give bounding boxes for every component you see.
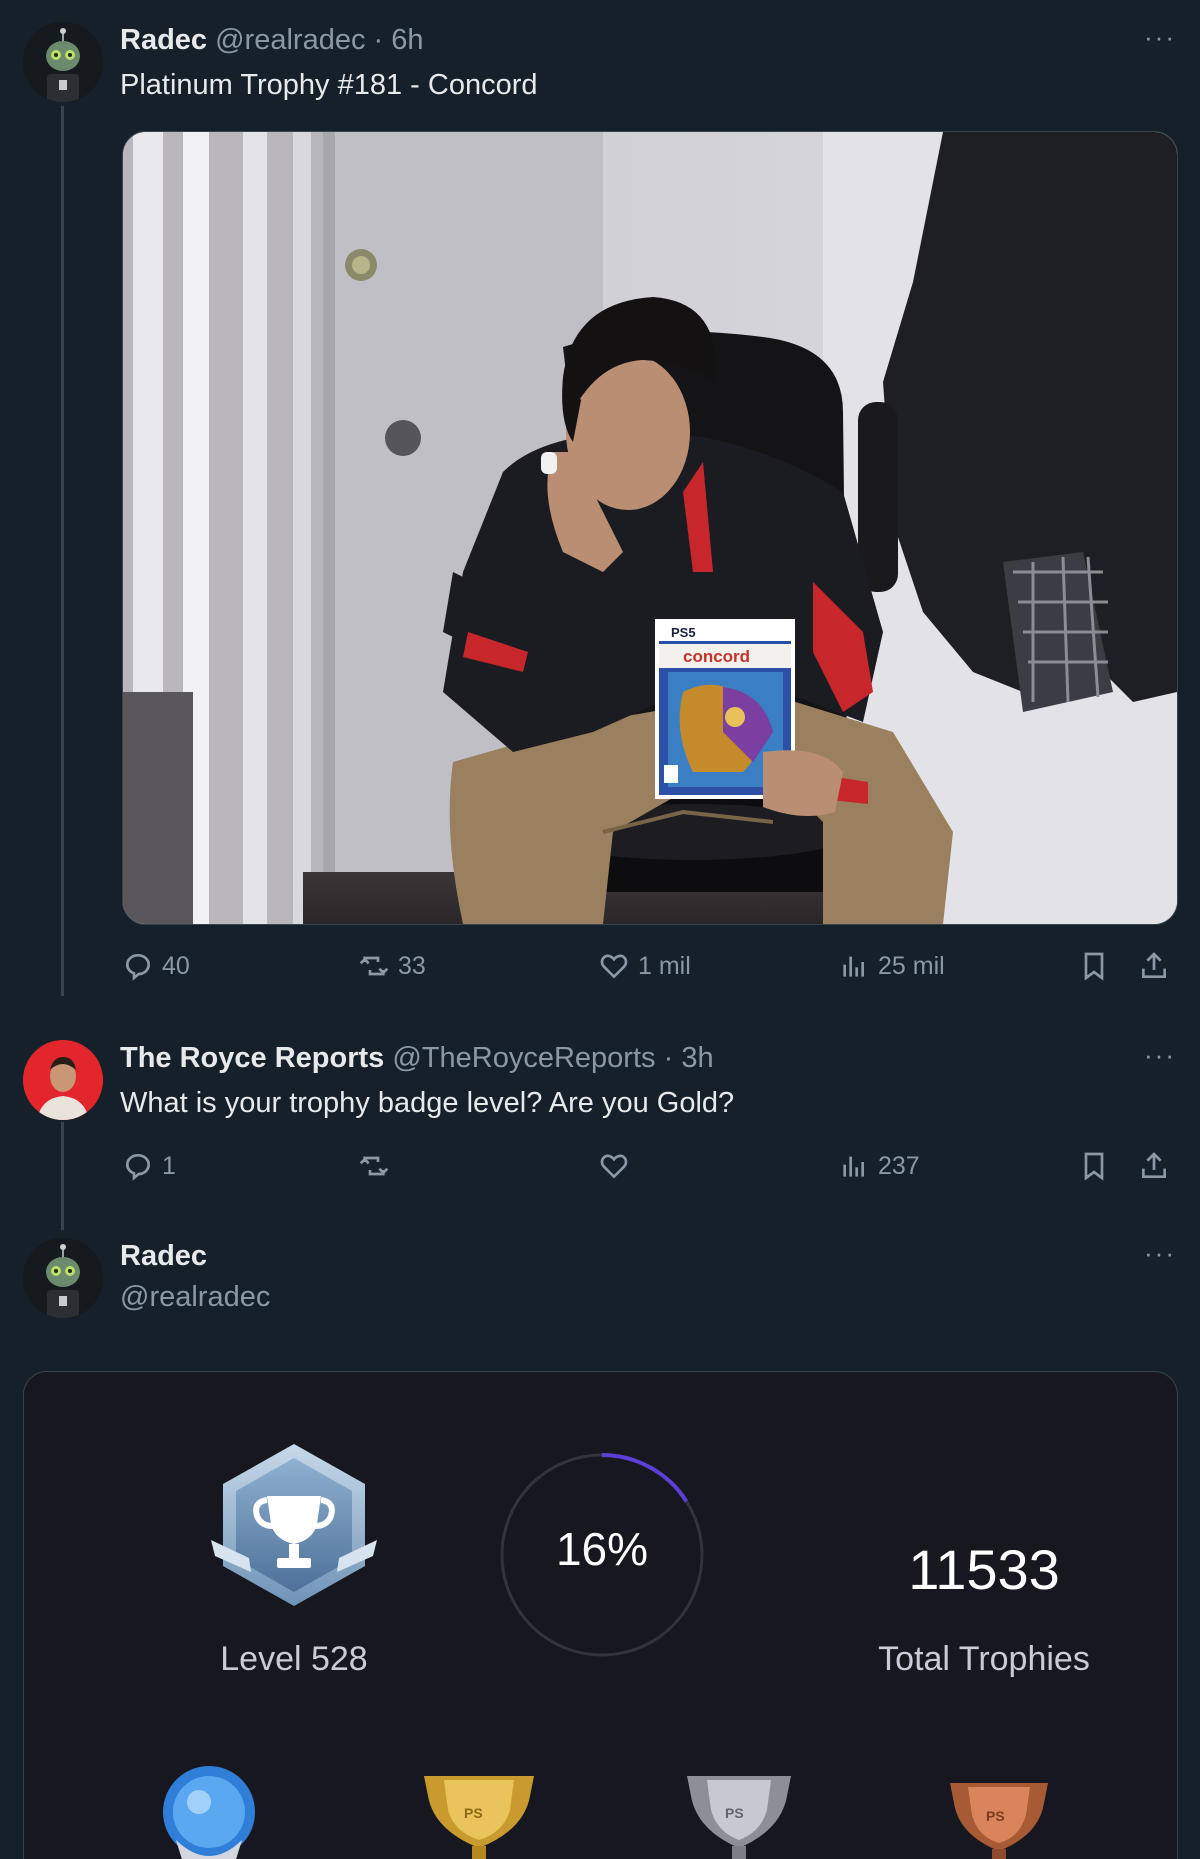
tweet-header: Radec: [120, 1238, 207, 1274]
avatar[interactable]: [23, 1040, 103, 1120]
share-button[interactable]: [1138, 1150, 1170, 1182]
avatar[interactable]: [23, 22, 103, 102]
total-trophies-label: Total Trophies: [878, 1640, 1090, 1678]
box-brand-text: PS5: [671, 625, 696, 640]
separator-dot: ·: [663, 1042, 674, 1074]
tweet-actions: 1 237: [122, 1150, 1178, 1190]
user-handle[interactable]: @realradec: [215, 24, 365, 56]
heart-icon: [600, 954, 628, 979]
silver-trophy-mark: PS: [725, 1805, 744, 1821]
reply-button[interactable]: 40: [122, 950, 190, 982]
thread-line: [61, 1122, 64, 1230]
heart-icon: [600, 1154, 628, 1179]
timestamp[interactable]: 6h: [391, 24, 423, 56]
retweet-icon: [359, 956, 389, 976]
share-button[interactable]: [1138, 950, 1170, 982]
tweet-photo[interactable]: PS5 concord: [122, 131, 1178, 925]
retweet-button[interactable]: 33: [358, 950, 426, 982]
more-options-button[interactable]: ···: [1144, 1238, 1176, 1269]
bronze-trophy-icon: PS: [950, 1783, 1048, 1859]
tweet-text: Platinum Trophy #181 - Concord: [120, 69, 538, 101]
display-name[interactable]: The Royce Reports: [120, 1042, 384, 1074]
view-count: 237: [878, 1151, 920, 1180]
more-options-button[interactable]: ···: [1144, 22, 1176, 53]
trophy-level-label: Level 528: [220, 1640, 368, 1678]
views-icon: [843, 956, 864, 977]
views-button[interactable]: 25 mil: [838, 950, 945, 982]
views-icon: [843, 1156, 864, 1177]
user-handle[interactable]: @realradec: [120, 1281, 270, 1313]
retweet-icon: [359, 1156, 389, 1176]
retweet-button[interactable]: [358, 1150, 398, 1182]
photo-illustration: PS5 concord: [123, 132, 1177, 924]
thread-line: [61, 106, 64, 996]
tweet-actions: 40 33 1 mil 25 mil: [122, 950, 1178, 990]
bronze-trophy-mark: PS: [986, 1808, 1005, 1824]
platinum-trophy-icon: [163, 1766, 255, 1859]
bookmark-button[interactable]: [1078, 1150, 1110, 1182]
separator-dot: ·: [373, 24, 384, 56]
reply-icon: [125, 1153, 151, 1181]
reply-count: 1: [162, 1151, 176, 1180]
view-count: 25 mil: [878, 951, 945, 980]
bookmark-icon: [1084, 1152, 1104, 1181]
gold-trophy-icon: PS: [424, 1776, 534, 1859]
trophy-summary-card[interactable]: Level 528 16% 11533 Total Trophies PS PS…: [23, 1371, 1178, 1859]
tweet-header: Radec @realradec · 6h: [120, 22, 424, 58]
like-button[interactable]: [598, 1150, 638, 1182]
timeline: Radec @realradec · 6h ··· Platinum Troph…: [0, 0, 1200, 1859]
retweet-count: 33: [398, 951, 426, 980]
timestamp[interactable]: 3h: [681, 1042, 713, 1074]
tweet-header: The Royce Reports @TheRoyceReports · 3h: [120, 1040, 714, 1076]
progress-percent: 16%: [555, 1523, 649, 1575]
more-options-button[interactable]: ···: [1144, 1040, 1176, 1071]
like-count: 1 mil: [638, 951, 691, 980]
bookmark-icon: [1084, 952, 1104, 981]
views-button[interactable]: 237: [838, 1150, 920, 1182]
reply-icon: [125, 953, 151, 981]
share-icon: [1142, 1152, 1166, 1178]
display-name[interactable]: Radec: [120, 24, 207, 56]
box-title-text: concord: [683, 647, 750, 666]
share-icon: [1142, 952, 1166, 978]
gold-trophy-mark: PS: [464, 1805, 483, 1821]
silver-trophy-icon: PS: [687, 1776, 791, 1859]
display-name[interactable]: Radec: [120, 1240, 207, 1272]
like-button[interactable]: 1 mil: [598, 950, 691, 982]
tweet-text: What is your trophy badge level? Are you…: [120, 1087, 735, 1119]
reply-button[interactable]: 1: [122, 1150, 176, 1182]
total-trophies-count: 11533: [908, 1538, 1060, 1601]
user-handle[interactable]: @TheRoyceReports: [392, 1042, 655, 1074]
bookmark-button[interactable]: [1078, 950, 1110, 982]
tweet-header: @realradec: [120, 1279, 270, 1315]
trophy-level-badge-icon: [211, 1444, 377, 1606]
reply-count: 40: [162, 951, 190, 980]
avatar[interactable]: [23, 1238, 103, 1318]
